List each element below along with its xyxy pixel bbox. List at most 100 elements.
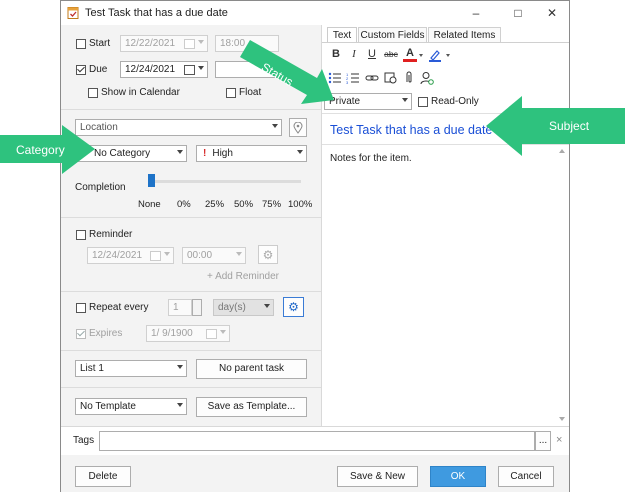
section-divider: [61, 217, 321, 218]
completion-label: Completion: [75, 182, 126, 193]
list-dropdown[interactable]: List 1: [75, 360, 187, 377]
tab-related-items[interactable]: Related Items: [428, 27, 501, 42]
delete-button[interactable]: Delete: [75, 466, 131, 487]
strikethrough-icon[interactable]: abc: [383, 49, 399, 59]
completion-tick-75: 75%: [262, 199, 282, 210]
float-checkbox[interactable]: [226, 88, 236, 98]
calendar-icon: [184, 65, 195, 75]
maximize-button[interactable]: □: [501, 1, 535, 25]
subject-field[interactable]: Test Task that has a due date: [330, 123, 492, 137]
notes-area[interactable]: Notes for the item.: [330, 153, 412, 164]
highlight-dropdown-icon[interactable]: [446, 54, 450, 57]
privacy-dropdown[interactable]: Private: [324, 93, 412, 110]
save-and-new-button[interactable]: Save & New: [337, 466, 418, 487]
section-divider: [61, 350, 321, 351]
cancel-button[interactable]: Cancel: [498, 466, 554, 487]
subject-callout-label: Subject: [549, 119, 590, 133]
chevron-down-icon: [402, 98, 408, 102]
reminder-time-value: 00:00: [187, 250, 213, 261]
font-color-dropdown-icon[interactable]: [419, 54, 423, 57]
attachment-icon[interactable]: [403, 71, 415, 84]
chevron-down-icon: [177, 365, 183, 369]
priority-dropdown[interactable]: ! High: [196, 145, 307, 162]
parent-task-button[interactable]: No parent task: [196, 359, 307, 379]
repeat-settings-button[interactable]: ⚙: [283, 297, 304, 317]
link-icon[interactable]: [365, 72, 379, 84]
template-dropdown[interactable]: No Template: [75, 398, 187, 415]
priority-value: High: [212, 148, 233, 159]
show-in-calendar-label: Show in Calendar: [101, 87, 180, 98]
reminder-checkbox[interactable]: [76, 230, 86, 240]
underline-icon[interactable]: U: [365, 48, 379, 60]
due-label: Due: [89, 64, 108, 75]
start-date-field[interactable]: 12/22/2021: [120, 35, 208, 52]
insert-contact-icon[interactable]: [420, 71, 434, 85]
start-checkbox[interactable]: [76, 39, 86, 49]
completion-slider-thumb[interactable]: [148, 174, 155, 187]
add-reminder-link[interactable]: + Add Reminder: [207, 271, 279, 282]
reminder-settings-button[interactable]: ⚙: [258, 245, 278, 264]
completion-tick-none: None: [138, 199, 161, 210]
start-date-value: 12/22/2021: [125, 38, 176, 49]
task-text-panel: Text Custom Fields Related Items B I U a…: [322, 25, 569, 426]
tab-strip-border: [322, 42, 569, 43]
chevron-down-icon: [177, 150, 183, 154]
repeat-count-field[interactable]: 1: [168, 299, 192, 316]
map-pin-icon: [293, 121, 303, 134]
gear-icon: ⚙: [288, 300, 299, 314]
close-button[interactable]: ✕: [535, 1, 569, 25]
calendar-icon: [150, 251, 161, 261]
button-bar: [61, 455, 569, 492]
repeat-count-stepper[interactable]: [192, 299, 202, 316]
chevron-down-icon: [236, 252, 242, 256]
scroll-down-icon[interactable]: [559, 417, 565, 421]
read-only-checkbox[interactable]: [418, 97, 428, 107]
show-in-calendar-checkbox[interactable]: [88, 88, 98, 98]
numbered-list-icon[interactable]: 1 2 3: [346, 72, 359, 84]
ok-button[interactable]: OK: [430, 466, 486, 487]
location-field[interactable]: Location: [75, 119, 282, 136]
expires-date-field[interactable]: 1/ 9/1900: [146, 325, 230, 342]
tags-label: Tags: [73, 435, 95, 446]
chevron-down-icon: [297, 150, 303, 154]
expires-date-value: 1/ 9/1900: [151, 328, 193, 339]
tab-custom-fields[interactable]: Custom Fields: [358, 27, 427, 42]
reminder-date-field[interactable]: 12/24/2021: [87, 247, 174, 264]
start-label: Start: [89, 38, 111, 49]
priority-icon: !: [203, 148, 207, 159]
reminder-date-value: 12/24/2021: [92, 250, 143, 261]
minimize-button[interactable]: –: [459, 1, 493, 25]
chevron-down-icon: [272, 124, 278, 128]
repeat-checkbox[interactable]: [76, 303, 86, 313]
insert-item-icon[interactable]: [384, 71, 397, 84]
expires-checkbox[interactable]: [76, 329, 86, 339]
save-as-template-button[interactable]: Save as Template...: [196, 397, 307, 417]
completion-tick-0: 0%: [177, 199, 191, 210]
category-callout-label: Category: [16, 143, 65, 157]
italic-icon[interactable]: I: [347, 48, 361, 60]
title-bar: Test Task that has a due date – □ ✕: [61, 1, 569, 25]
due-date-value: 12/24/2021: [125, 64, 176, 75]
completion-tick-25: 25%: [205, 199, 225, 210]
due-date-field[interactable]: 12/24/2021: [120, 61, 208, 78]
map-pin-button[interactable]: [289, 118, 307, 137]
reminder-label: Reminder: [89, 229, 133, 240]
section-divider: [61, 291, 321, 292]
chevron-down-icon: [220, 330, 226, 334]
section-divider: [61, 426, 569, 427]
read-only-label: Read-Only: [431, 96, 479, 107]
reminder-time-field[interactable]: 00:00: [182, 247, 246, 264]
task-icon: [67, 7, 79, 19]
tags-browse-button[interactable]: ...: [535, 431, 551, 451]
tags-clear-icon[interactable]: ×: [556, 434, 562, 446]
section-divider: [61, 109, 321, 110]
chevron-down-icon: [164, 252, 170, 256]
svg-text:3: 3: [346, 80, 349, 84]
completion-slider-track[interactable]: [150, 180, 301, 183]
repeat-unit-dropdown[interactable]: day(s): [213, 299, 274, 316]
chevron-down-icon: [177, 403, 183, 407]
highlight-icon[interactable]: [428, 48, 442, 62]
tags-field[interactable]: [99, 431, 535, 451]
due-checkbox[interactable]: [76, 65, 86, 75]
font-color-icon[interactable]: A: [403, 47, 417, 62]
